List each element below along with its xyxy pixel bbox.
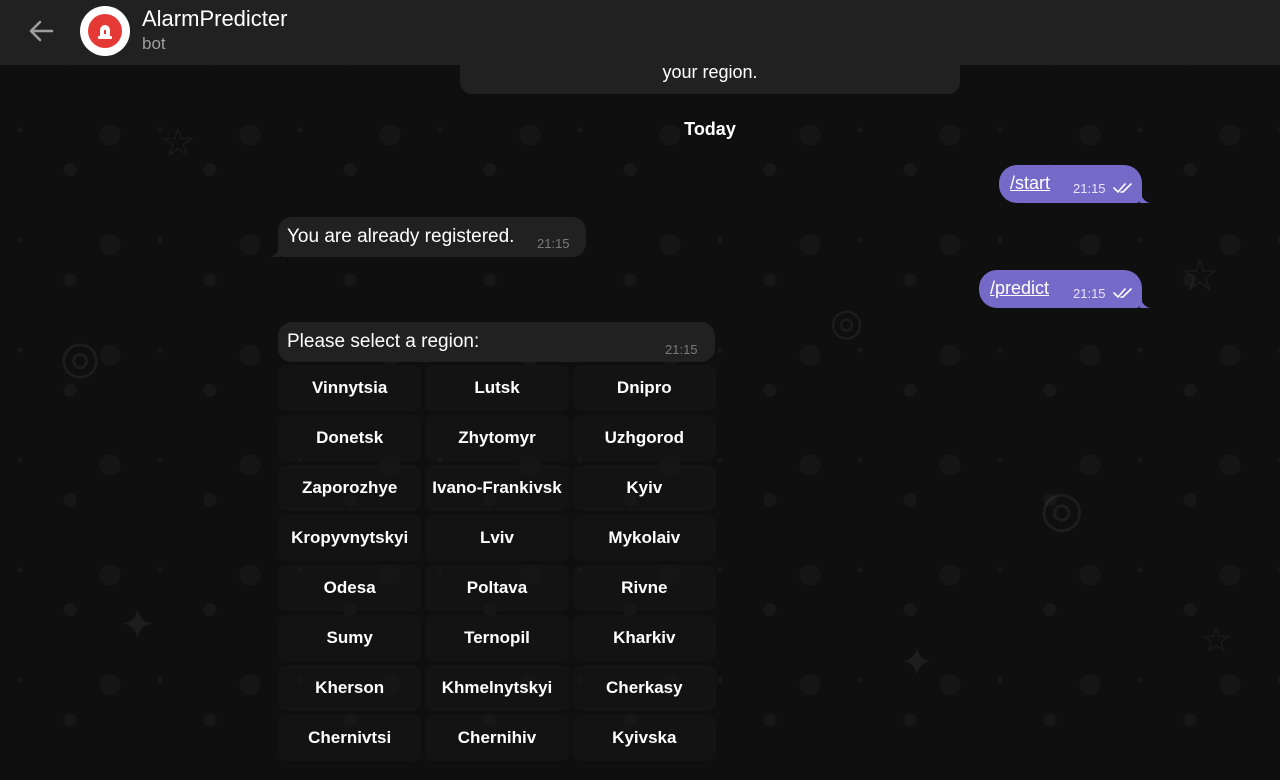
message-bubble-outgoing: /start 21:15 [999,165,1150,203]
star-doodle-icon: ☆ [1200,620,1233,661]
message-time: 21:15 [537,236,570,251]
star-doodle-icon: ☆ [160,120,196,166]
message-text: Please select a region: [287,331,480,352]
message-bubble-incoming: Please select a region: 21:15 [278,322,715,362]
region-button-chernivtsi[interactable]: Chernivtsi [278,715,422,761]
bubble-tail [1140,296,1150,308]
region-button-mykolaiv[interactable]: Mykolaiv [572,515,716,561]
message-text: your region. [662,62,758,82]
bot-avatar[interactable] [80,6,130,56]
date-separator: Today [684,119,736,139]
chat-subtitle: bot [142,34,166,53]
bubble-tail [270,245,280,257]
double-check-icon [1113,288,1132,299]
region-button-kyivska[interactable]: Kyivska [572,715,716,761]
keyboard-row: Vinnytsia Lutsk Dnipro [278,365,716,411]
region-button-odesa[interactable]: Odesa [278,565,422,611]
planet-doodle-icon: ◎ [830,300,864,344]
bubble-tail [1140,191,1150,203]
region-button-kropyvnytskyi[interactable]: Kropyvnytskyi [278,515,422,561]
double-check-icon [1113,183,1132,194]
message-time: 21:15 [1073,286,1106,301]
command-link[interactable]: /start [1010,173,1050,194]
command-link[interactable]: /predict [990,278,1049,299]
region-button-sumy[interactable]: Sumy [278,615,422,661]
keyboard-row: Kherson Khmelnytskyi Cherkasy [278,665,716,711]
region-button-chernihiv[interactable]: Chernihiv [425,715,569,761]
message-time: 21:15 [665,342,698,357]
star-doodle-icon: ✦ [900,640,934,686]
region-button-uzhgorod[interactable]: Uzhgorod [572,415,716,461]
message-bubble-outgoing: /predict 21:15 [979,270,1150,308]
star-doodle-icon: ✦ [120,600,156,649]
region-button-rivne[interactable]: Rivne [572,565,716,611]
region-button-dnipro[interactable]: Dnipro [572,365,716,411]
region-button-vinnytsia[interactable]: Vinnytsia [278,365,422,411]
back-button[interactable] [22,14,62,48]
keyboard-row: Sumy Ternopil Kharkiv [278,615,716,661]
star-doodle-icon: ☆ [1180,250,1220,301]
keyboard-row: Donetsk Zhytomyr Uzhgorod [278,415,716,461]
region-button-ivano-frankivsk[interactable]: Ivano-Frankivsk [425,465,569,511]
region-button-kherson[interactable]: Kherson [278,665,422,711]
keyboard-row: Kropyvnytskyi Lviv Mykolaiv [278,515,716,561]
message-time: 21:15 [1073,181,1106,196]
planet-doodle-icon: ◎ [60,330,101,384]
region-button-poltava[interactable]: Poltava [425,565,569,611]
chat-header: AlarmPredicter bot [0,0,1280,65]
keyboard-row: Odesa Poltava Rivne [278,565,716,611]
keyboard-row: Zaporozhye Ivano-Frankivsk Kyiv [278,465,716,511]
region-button-lutsk[interactable]: Lutsk [425,365,569,411]
region-button-donetsk[interactable]: Donetsk [278,415,422,461]
region-button-cherkasy[interactable]: Cherkasy [572,665,716,711]
region-button-zhytomyr[interactable]: Zhytomyr [425,415,569,461]
keyboard-row: Chernivtsi Chernihiv Kyivska [278,715,716,761]
chat-title[interactable]: AlarmPredicter [142,6,287,32]
alarm-siren-icon [88,14,122,48]
inline-keyboard: Vinnytsia Lutsk Dnipro Donetsk Zhytomyr Uzhgo… [278,365,716,765]
region-button-lviv[interactable]: Lviv [425,515,569,561]
region-button-kyiv[interactable]: Kyiv [572,465,716,511]
arrow-left-icon [29,20,54,42]
message-text: You are already registered. [287,226,515,247]
region-button-khmelnytskyi[interactable]: Khmelnytskyi [425,665,569,711]
region-button-zaporozhye[interactable]: Zaporozhye [278,465,422,511]
region-button-ternopil[interactable]: Ternopil [425,615,569,661]
message-bubble-incoming: You are already registered. 21:15 [270,217,586,257]
region-button-kharkiv[interactable]: Kharkiv [572,615,716,661]
planet-doodle-icon: ◎ [1040,480,1084,538]
